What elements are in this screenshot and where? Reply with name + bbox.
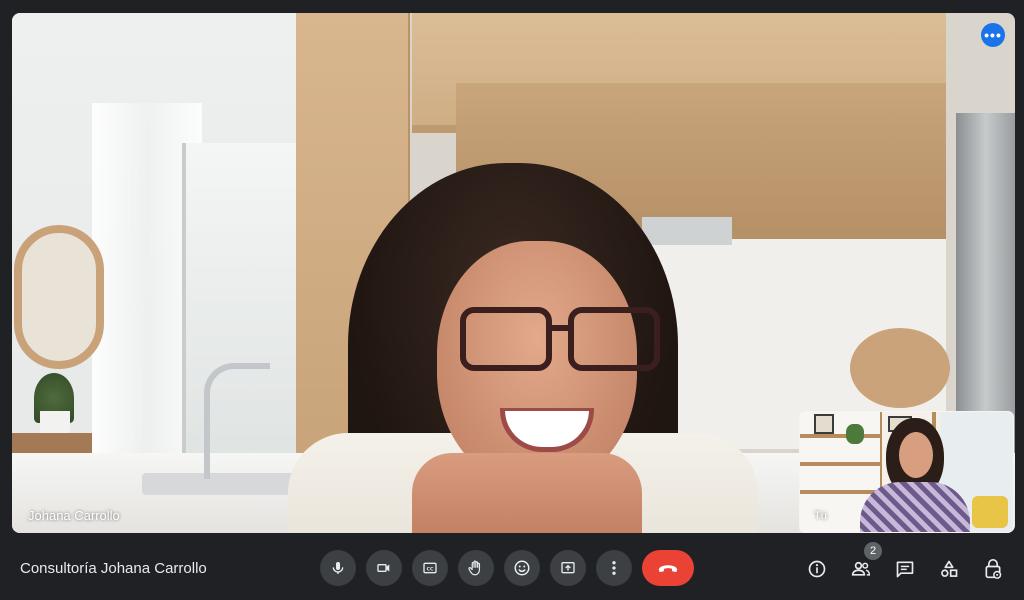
self-view-shelf-row [800,434,880,438]
activities-button[interactable] [934,554,964,584]
meeting-toolbar: Consultoría Johana Carrollo CC 2 [0,538,1024,600]
participant-glasses-right [568,307,660,371]
side-panel-controls: 2 [802,542,1008,584]
chat-button[interactable] [890,554,920,584]
raise-hand-button[interactable] [458,550,494,586]
more-horizontal-icon: ••• [984,27,1002,43]
people-count-badge: 2 [864,542,882,560]
people-button[interactable]: 2 [846,542,882,584]
video-background-board [850,328,950,408]
meeting-details-button[interactable] [802,554,832,584]
self-view-tile[interactable]: Tú [799,411,1014,533]
video-background-tap [204,363,270,479]
host-controls-icon [985,559,1002,579]
end-call-button[interactable] [642,550,694,586]
captions-button[interactable]: CC [412,550,448,586]
end-call-icon [658,565,678,573]
chat-icon [896,561,914,578]
emoji-reaction-button[interactable] [504,550,540,586]
video-background-hood [642,217,732,245]
self-view-body [860,482,970,532]
tile-more-options-button[interactable]: ••• [981,23,1005,47]
raise-hand-icon [468,560,481,576]
participant-glasses-bridge [546,325,570,331]
call-controls: CC [320,550,694,586]
people-icon [851,561,871,576]
activities-icon [941,560,958,577]
info-icon [808,560,826,578]
self-view-plant [846,424,864,444]
host-controls-button[interactable] [978,554,1008,584]
meeting-title: Consultoría Johana Carrollo [20,560,207,577]
camera-button[interactable] [366,550,402,586]
self-view-label: Tú [814,510,827,522]
self-view-picture-frame [814,414,834,434]
svg-text:CC: CC [427,566,434,572]
video-camera-icon [377,564,390,572]
present-screen-icon [561,562,575,574]
closed-captions-icon: CC [423,562,437,574]
self-view-face [899,432,933,478]
main-video-tile: Johana Carrollo ••• Tú [12,13,1015,533]
video-background-mirror [14,225,104,369]
emoji-icon [514,560,530,576]
present-screen-button[interactable] [550,550,586,586]
participant-hand [412,453,642,533]
microphone-icon [332,562,344,574]
self-view-shelf-row [800,462,880,466]
participant-name-label: Johana Carrollo [28,508,120,523]
video-background-pot [40,411,70,435]
participant-glasses-left [460,307,552,371]
video-background-shelf [12,433,92,453]
self-view-pillow [972,496,1008,528]
more-vertical-icon [612,561,616,575]
self-view-shelf-row [800,490,880,494]
more-options-button[interactable] [596,550,632,586]
microphone-button[interactable] [320,550,356,586]
